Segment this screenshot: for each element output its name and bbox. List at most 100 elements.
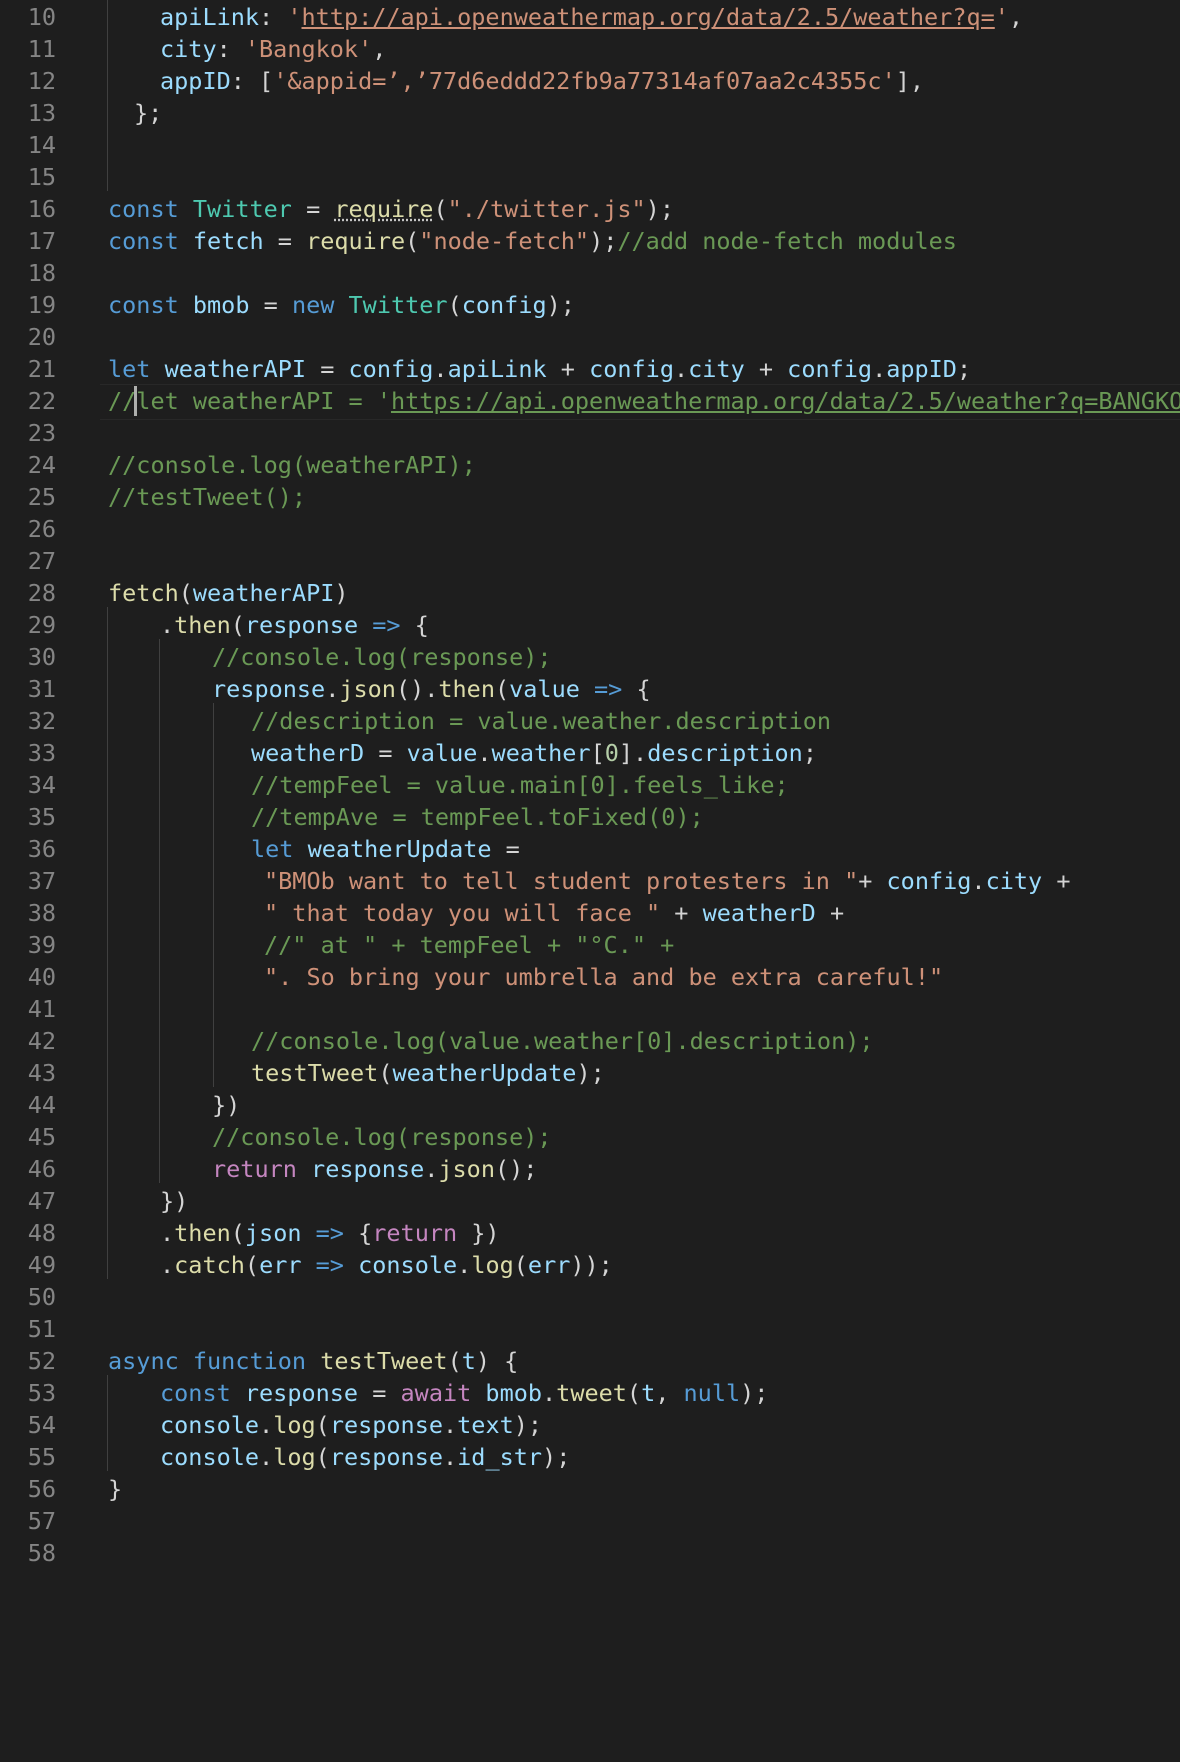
code-token: + (744, 355, 788, 383)
code-token: testTweet (320, 1347, 448, 1375)
code-line[interactable]: 34 //tempFeel = value.main[0].feels_like; (0, 767, 1180, 803)
code-line[interactable]: 33 weatherD = value.weather[0].descriptio… (0, 735, 1180, 771)
code-line[interactable]: 12 appID: ['&appid=’,’77d6eddd22fb9a77314… (0, 63, 1180, 99)
code-line[interactable]: 41 (0, 991, 1180, 1027)
code-token: const (108, 227, 193, 255)
code-token: (); (494, 1155, 538, 1183)
code-token: https://api.openweathermap.org/data/2.5/… (390, 387, 1180, 415)
code-token: ( (178, 579, 193, 607)
code-token: err (527, 1251, 571, 1279)
code-token: //console.log(value.weather[0].descripti… (251, 1027, 874, 1055)
code-token: //console.log(response); (212, 1123, 552, 1151)
code-token: "node-fetch" (419, 227, 590, 255)
code-token: ( (494, 675, 510, 703)
code-token: return (372, 1219, 458, 1247)
code-token: ". So bring your umbrella and be extra c… (264, 963, 944, 991)
code-line[interactable]: 32 //description = value.weather.descript… (0, 703, 1180, 739)
code-line[interactable]: 37 "BMOb want to tell student protesters … (0, 863, 1180, 899)
code-line[interactable]: 53 const response = await bmob.tweet(t, n… (0, 1375, 1180, 1411)
code-line[interactable]: 46 return response.json(); (0, 1151, 1180, 1187)
code-line[interactable]: 44}) (0, 1087, 1180, 1123)
line-number: 23 (27, 419, 56, 447)
code-line[interactable]: 29 .then(response => { (0, 607, 1180, 643)
code-token: Twitter (192, 195, 292, 223)
code-token: id_str (457, 1443, 543, 1471)
line-code: console.log(response.id_str); (160, 1439, 570, 1475)
line-code: .then(response => { (160, 607, 429, 643)
code-token: appID (160, 67, 231, 95)
code-line[interactable]: 56} (0, 1471, 1180, 1507)
code-token: ); (740, 1379, 769, 1407)
code-line[interactable]: 16 const Twitter = require("./twitter.js"… (0, 191, 1180, 227)
code-token: = (491, 835, 520, 863)
code-token: : (216, 35, 245, 63)
code-line[interactable]: 55 console.log(response.id_str); (0, 1439, 1180, 1475)
code-token: value (406, 739, 478, 767)
code-line[interactable]: 20 (0, 319, 1180, 355)
code-token: . (443, 1411, 458, 1439)
line-code: console.log(response.text); (160, 1407, 542, 1443)
code-line[interactable]: 24 //console.log(weatherAPI); (0, 447, 1180, 483)
code-line[interactable]: 49 .catch(err => console.log(err)); (0, 1247, 1180, 1283)
code-line[interactable]: 48 .then(json => {return }) (0, 1215, 1180, 1251)
line-number: 22 (27, 387, 56, 415)
line-number: 49 (27, 1251, 56, 1279)
code-token: ) { (475, 1347, 519, 1375)
code-token: //let weatherAPI = ' (108, 387, 391, 415)
code-line[interactable]: 11 city: 'Bangkok', (0, 31, 1180, 67)
code-line[interactable]: 17 const fetch = require("node-fetch");//… (0, 223, 1180, 259)
line-number: 12 (27, 67, 56, 95)
code-line[interactable]: 23 (0, 415, 1180, 451)
code-line[interactable]: 39 //" at " + tempFeel + "°C." + (0, 927, 1180, 963)
code-line[interactable]: 57 (0, 1503, 1180, 1539)
code-line[interactable]: 31 response.json().then(value => { (0, 671, 1180, 707)
code-line[interactable]: 58 (0, 1535, 1180, 1571)
code-line[interactable]: 21 let weatherAPI = config.apiLink + conf… (0, 351, 1180, 387)
code-token: description (647, 739, 803, 767)
code-token: response (329, 1411, 443, 1439)
code-line[interactable]: 45 //console.log(response); (0, 1119, 1180, 1155)
code-line[interactable]: 54 console.log(response.text); (0, 1407, 1180, 1443)
code-line[interactable]: 38 " that today you will face " + weather… (0, 895, 1180, 931)
code-line[interactable]: 28 fetch(weatherAPI) (0, 575, 1180, 611)
code-token: response (329, 1443, 443, 1471)
code-line[interactable]: 50 (0, 1279, 1180, 1315)
code-editor[interactable]: 10 apiLink: 'http://api.openweathermap.or… (0, 0, 1180, 1762)
line-number: 20 (27, 323, 56, 351)
code-line[interactable]: 35 //tempAve = tempFeel.toFixed(0); (0, 799, 1180, 835)
code-token: . (457, 1251, 472, 1279)
code-line[interactable]: 40 ". So bring your umbrella and be extra… (0, 959, 1180, 995)
code-line[interactable]: 51 (0, 1311, 1180, 1347)
code-line[interactable]: 15 (0, 159, 1180, 195)
code-line[interactable]: 22 //let weatherAPI = 'https://api.openwe… (0, 383, 1180, 419)
code-line[interactable]: 52 async function testTweet(t) { (0, 1343, 1180, 1379)
code-line[interactable]: 13}; (0, 95, 1180, 131)
code-token: => (301, 1251, 359, 1279)
code-token: . (259, 1443, 274, 1471)
code-line[interactable]: 47}) (0, 1183, 1180, 1219)
code-token: [ (590, 739, 605, 767)
code-token: . (872, 355, 887, 383)
code-token: const (108, 291, 193, 319)
line-code: //tempFeel = value.main[0].feels_like; (251, 767, 789, 803)
code-token: . (160, 611, 175, 639)
code-token: }) (160, 1187, 189, 1215)
code-line[interactable]: 42 //console.log(value.weather[0].descrip… (0, 1023, 1180, 1059)
code-line[interactable]: 19 const bmob = new Twitter(config); (0, 287, 1180, 323)
code-line[interactable]: 26 (0, 511, 1180, 547)
code-token: log (273, 1411, 316, 1439)
line-code: city: 'Bangkok', (160, 31, 386, 67)
code-line[interactable]: 10 apiLink: 'http://api.openweathermap.or… (0, 0, 1180, 35)
code-token: => (579, 675, 637, 703)
code-token: ; (802, 739, 817, 767)
code-line[interactable]: 36 let weatherUpdate = (0, 831, 1180, 867)
code-line[interactable]: 43 testTweet(weatherUpdate); (0, 1055, 1180, 1091)
code-line[interactable]: 18 (0, 255, 1180, 291)
code-line[interactable]: 27 (0, 543, 1180, 579)
line-code: testTweet(weatherUpdate); (251, 1055, 605, 1091)
line-number: 27 (27, 547, 56, 575)
code-line[interactable]: 14 (0, 127, 1180, 163)
code-token: weatherD (251, 739, 365, 767)
code-line[interactable]: 25 //testTweet(); (0, 479, 1180, 515)
code-line[interactable]: 30 //console.log(response); (0, 639, 1180, 675)
